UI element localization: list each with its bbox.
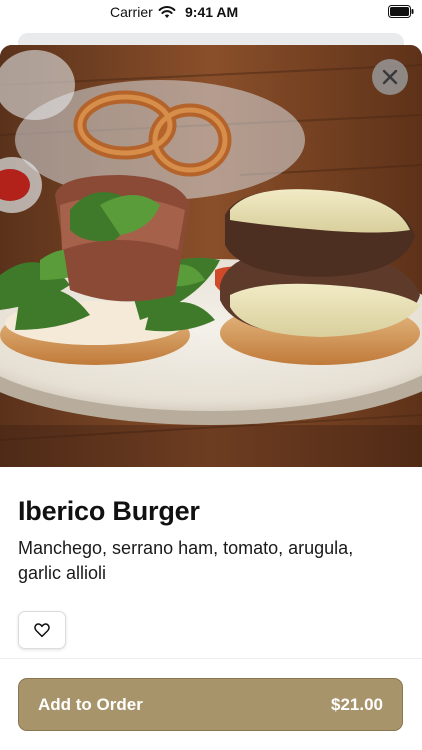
- hero-image: [0, 45, 422, 467]
- battery-icon: [388, 5, 414, 18]
- close-icon: [382, 69, 398, 85]
- add-to-order-label: Add to Order: [38, 694, 143, 714]
- favorite-button[interactable]: [18, 611, 66, 649]
- status-bar: Carrier 9:41 AM: [0, 0, 422, 24]
- clock: 9:41 AM: [185, 4, 239, 20]
- item-price: $21.00: [331, 694, 383, 714]
- close-button[interactable]: [372, 59, 408, 95]
- item-title: Iberico Burger: [18, 496, 200, 526]
- add-to-order-button[interactable]: Add to Order $21.00: [18, 678, 403, 731]
- burger-photo: [0, 45, 422, 467]
- divider: [0, 658, 422, 659]
- wifi-icon: [158, 6, 176, 18]
- item-description: Manchego, serrano ham, tomato, arugula, …: [18, 538, 354, 583]
- heart-icon: [34, 623, 50, 638]
- carrier-label: Carrier: [110, 4, 153, 20]
